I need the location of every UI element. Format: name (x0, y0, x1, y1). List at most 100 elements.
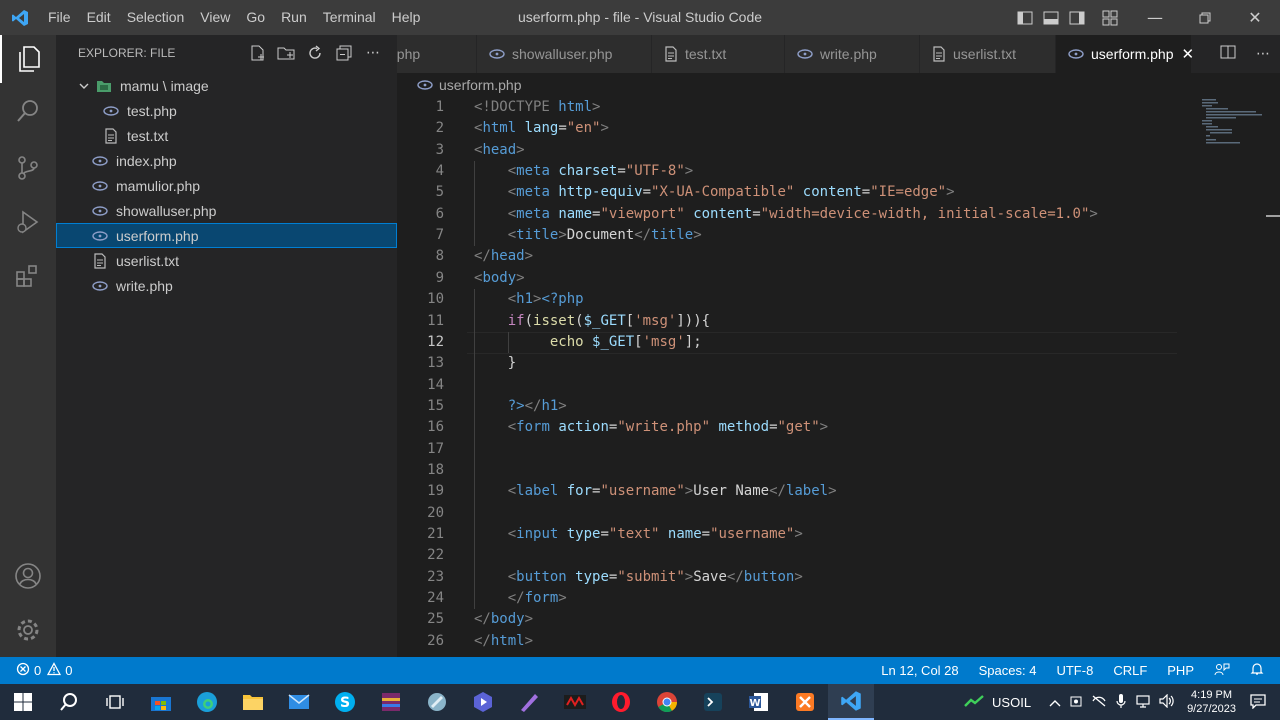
code-editor[interactable]: 1 <!DOCTYPE html> 2 <html lang="en"> 3 <head>… (397, 97, 1280, 657)
code-line[interactable]: 9 <body> (397, 268, 1197, 289)
tab-editor[interactable]: test.txt (652, 35, 785, 73)
file-tree-item[interactable]: test.txt (56, 123, 397, 148)
media-player-icon[interactable] (460, 684, 506, 720)
code-line[interactable]: 22 (397, 545, 1197, 566)
skype-icon[interactable]: S (322, 684, 368, 720)
edge-browser-icon[interactable] (184, 684, 230, 720)
code-line[interactable]: 20 (397, 503, 1197, 524)
menu-edit[interactable]: Edit (79, 0, 119, 35)
file-tree-item[interactable]: index.php (56, 148, 397, 173)
code-line[interactable]: 6 <meta name="viewport" content="width=d… (397, 204, 1197, 225)
code-line[interactable]: 25 </body> (397, 609, 1197, 630)
close-window-icon[interactable]: ✕ (1230, 0, 1280, 35)
code-line[interactable]: 16 <form action="write.php" method="get"… (397, 417, 1197, 438)
chrome-browser-icon[interactable] (644, 684, 690, 720)
code-line[interactable]: 24 </form> (397, 588, 1197, 609)
code-line[interactable]: 15 ?></h1> (397, 396, 1197, 417)
code-line[interactable]: 13 } (397, 353, 1197, 374)
extensions-icon[interactable] (0, 252, 56, 300)
file-tree-item[interactable]: userlist.txt (56, 248, 397, 273)
menu-view[interactable]: View (192, 0, 238, 35)
accounts-icon[interactable] (0, 552, 56, 600)
feedback-icon[interactable] (1204, 662, 1240, 679)
tab-editor[interactable]: write.php (785, 35, 920, 73)
code-line[interactable]: 17 (397, 439, 1197, 460)
menu-file[interactable]: File (40, 0, 79, 35)
pen-app-icon[interactable] (506, 684, 552, 720)
run-debug-icon[interactable] (0, 198, 56, 246)
winrar-icon[interactable] (368, 684, 414, 720)
code-line[interactable]: 4 <meta charset="UTF-8"> (397, 161, 1197, 182)
collapse-all-icon[interactable] (334, 43, 354, 63)
windows-start-icon[interactable] (0, 684, 46, 720)
code-line[interactable]: 7 <title>Document</title> (397, 225, 1197, 246)
menu-run[interactable]: Run (273, 0, 315, 35)
file-tree-item[interactable]: write.php (56, 273, 397, 298)
file-tree-item[interactable]: mamulior.php (56, 173, 397, 198)
toggle-panel-icon[interactable] (1038, 0, 1064, 35)
volume-icon[interactable] (1159, 693, 1177, 711)
task-view-icon[interactable] (92, 684, 138, 720)
code-line[interactable]: 5 <meta http-equiv="X-UA-Compatible" con… (397, 182, 1197, 203)
word-icon[interactable]: W (736, 684, 782, 720)
app-icon[interactable] (414, 684, 460, 720)
notifications-bell-icon[interactable] (1240, 662, 1280, 679)
cursor-position[interactable]: Ln 12, Col 28 (871, 663, 968, 678)
microphone-icon[interactable] (1115, 693, 1127, 712)
code-line[interactable]: 8 </head> (397, 246, 1197, 267)
menu-selection[interactable]: Selection (119, 0, 193, 35)
tab-editor[interactable]: showalluser.php (477, 35, 652, 73)
code-line[interactable]: 10 <h1><?php (397, 289, 1197, 310)
folder-mamu-image[interactable]: mamu \ image (56, 73, 397, 98)
opera-browser-icon[interactable] (598, 684, 644, 720)
problems-indicator[interactable]: 0 0 (0, 662, 72, 679)
code-line[interactable]: 11 if(isset($_GET['msg'])){ (397, 311, 1197, 332)
menu-terminal[interactable]: Terminal (315, 0, 384, 35)
network-icon[interactable] (1135, 694, 1151, 711)
tab-editor[interactable]: t.php (397, 35, 477, 73)
code-line[interactable]: 2 <html lang="en"> (397, 118, 1197, 139)
tray-chevron-icon[interactable] (1049, 695, 1061, 710)
file-tree-item[interactable]: showalluser.php (56, 198, 397, 223)
code-line[interactable]: 12 echo $_GET['msg']; (397, 332, 1197, 353)
notification-center-icon[interactable] (1250, 693, 1266, 712)
new-file-icon[interactable] (247, 43, 267, 63)
code-line[interactable]: 14 (397, 375, 1197, 396)
system-clock[interactable]: 4:19 PM 9/27/2023 (1187, 688, 1236, 716)
toggle-primary-sidebar-icon[interactable] (1012, 0, 1038, 35)
code-line[interactable]: 19 <label for="username">User Name</labe… (397, 481, 1197, 502)
customize-layout-icon[interactable] (1090, 0, 1130, 35)
code-line[interactable]: 18 (397, 460, 1197, 481)
code-line[interactable]: 21 <input type="text" name="username"> (397, 524, 1197, 545)
code-line[interactable]: 1 <!DOCTYPE html> (397, 97, 1197, 118)
line-ending[interactable]: CRLF (1103, 663, 1157, 678)
tab-active[interactable]: userform.php ✕ (1056, 35, 1194, 73)
tray-app-icon[interactable] (1069, 694, 1083, 711)
file-explorer-icon[interactable] (230, 684, 276, 720)
encoding[interactable]: UTF-8 (1046, 663, 1103, 678)
code-line[interactable]: 26 </html> (397, 631, 1197, 652)
tab-editor[interactable]: userlist.txt (920, 35, 1056, 73)
file-tree-item[interactable]: userform.php (56, 223, 397, 248)
settings-gear-icon[interactable] (0, 606, 56, 654)
refresh-icon[interactable] (305, 43, 325, 63)
weather-widget[interactable]: USOIL (992, 695, 1031, 710)
xampp-icon[interactable] (782, 684, 828, 720)
minimize-icon[interactable]: — (1130, 0, 1180, 35)
vscode-taskbar-icon[interactable] (828, 684, 874, 720)
language-mode[interactable]: PHP (1157, 663, 1204, 678)
toggle-secondary-sidebar-icon[interactable] (1064, 0, 1090, 35)
minimap[interactable] (1198, 97, 1268, 157)
taskbar-search-icon[interactable] (46, 684, 92, 720)
scrollbar-marker[interactable] (1266, 215, 1280, 217)
close-tab-icon[interactable]: ✕ (1181, 45, 1194, 63)
mail-icon[interactable] (276, 684, 322, 720)
indentation[interactable]: Spaces: 4 (969, 663, 1047, 678)
tray-icon[interactable] (1091, 694, 1107, 711)
file-tree-item[interactable]: test.php (56, 98, 397, 123)
split-editor-icon[interactable] (1220, 44, 1236, 64)
more-actions-icon[interactable]: ⋯ (363, 43, 383, 63)
new-folder-icon[interactable] (276, 43, 296, 63)
code-line[interactable]: 23 <button type="submit">Save</button> (397, 567, 1197, 588)
restore-icon[interactable] (1180, 0, 1230, 35)
